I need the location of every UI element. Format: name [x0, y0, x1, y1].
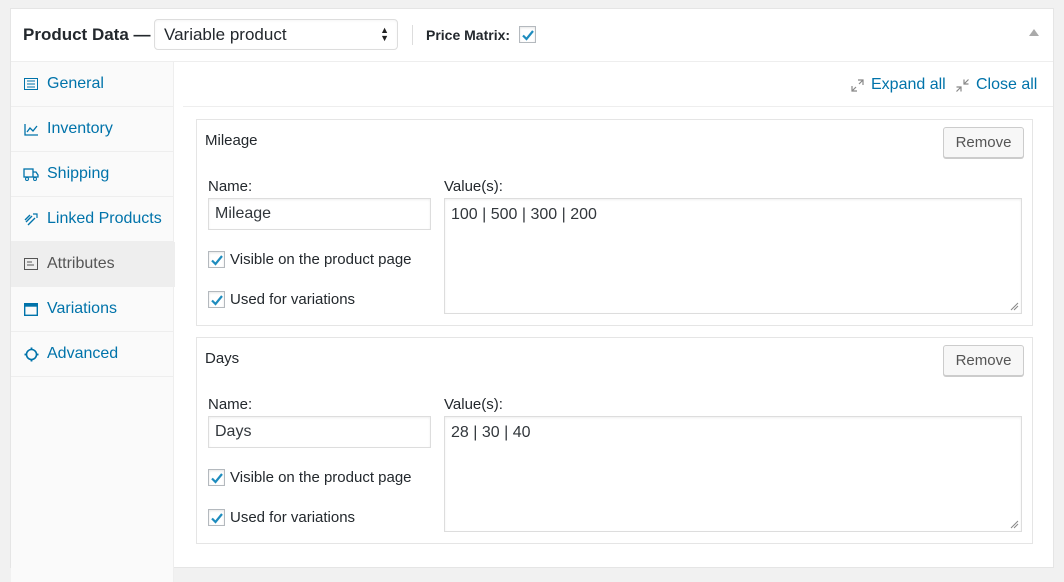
values-label: Value(s): — [444, 178, 503, 195]
product-data-panel: Product Data — Variable product ▲ ▼ Price… — [10, 8, 1054, 582]
tab-shipping[interactable]: Shipping — [11, 152, 173, 197]
tab-label: Attributes — [47, 255, 115, 272]
tab-general[interactable]: General — [11, 62, 173, 107]
checkmark-icon — [211, 513, 223, 524]
visible-checkbox[interactable] — [208, 469, 225, 486]
resize-handle-icon[interactable] — [1010, 520, 1019, 529]
product-data-tabs: General Inventory Shipping Linked Produc… — [11, 62, 175, 582]
visible-on-page-option[interactable]: Visible on the product page — [208, 469, 412, 486]
product-type-select[interactable]: Variable product ▲ ▼ — [154, 19, 398, 50]
used-for-variations-option[interactable]: Used for variations — [208, 291, 355, 308]
tab-label: Variations — [47, 300, 117, 317]
attribute-block-mileage: Mileage Remove Name: Value(s): Mileage 1… — [196, 119, 1033, 326]
variations-checkbox[interactable] — [208, 509, 225, 526]
tab-attributes[interactable]: Attributes — [11, 242, 175, 287]
attribute-values-textarea[interactable]: 28 | 30 | 40 — [444, 416, 1022, 532]
gear-icon — [23, 346, 39, 362]
product-type-value: Variable product — [164, 25, 287, 44]
visible-on-page-option[interactable]: Visible on the product page — [208, 251, 412, 268]
price-matrix-checkbox[interactable] — [519, 26, 536, 43]
truck-icon — [23, 166, 39, 182]
collapse-panel-icon[interactable] — [1029, 29, 1039, 36]
resize-handle-icon[interactable] — [1010, 302, 1019, 311]
expand-all-link[interactable]: Expand all — [851, 76, 946, 94]
window-icon — [23, 301, 39, 317]
inventory-icon — [23, 121, 39, 137]
values-label: Value(s): — [444, 396, 503, 413]
header-divider — [412, 25, 413, 45]
tab-label: General — [47, 75, 104, 92]
visible-label: Visible on the product page — [230, 469, 412, 486]
attributes-toolbar: Expand all Close all — [183, 62, 1053, 107]
tab-advanced[interactable]: Advanced — [11, 332, 173, 377]
checkmark-icon — [211, 295, 223, 306]
variations-label: Used for variations — [230, 291, 356, 308]
name-label: Name: — [208, 178, 253, 195]
close-all-link[interactable]: Close all — [956, 76, 1037, 94]
collapse-icon — [956, 78, 969, 92]
close-all-label: Close all — [976, 76, 1038, 93]
link-icon — [23, 211, 39, 227]
variations-checkbox[interactable] — [208, 291, 225, 308]
name-label: Name: — [208, 396, 253, 413]
used-for-variations-option[interactable]: Used for variations — [208, 509, 355, 526]
price-matrix-label: Price Matrix: — [426, 27, 511, 43]
tab-label: Shipping — [47, 165, 110, 182]
visible-checkbox[interactable] — [208, 251, 225, 268]
tab-label: Inventory — [47, 120, 113, 137]
remove-button[interactable]: Remove — [943, 127, 1024, 158]
attribute-title: Mileage — [205, 132, 258, 149]
tab-label: Linked Products — [47, 210, 162, 227]
checkmark-icon — [211, 255, 223, 266]
attribute-title: Days — [205, 350, 240, 367]
attribute-values-text: 100 | 500 | 300 | 200 — [451, 206, 597, 223]
tab-variations[interactable]: Variations — [11, 287, 173, 332]
checkmark-icon — [522, 30, 534, 41]
panel-title: Product Data — — [23, 25, 151, 44]
attribute-values-textarea[interactable]: 100 | 500 | 300 | 200 — [444, 198, 1022, 314]
attribute-name-input[interactable]: Days — [208, 416, 431, 448]
attribute-values-text: 28 | 30 | 40 — [451, 424, 531, 441]
remove-button[interactable]: Remove — [943, 345, 1024, 376]
attributes-panel: Expand all Close all Mileage Remove Name… — [183, 62, 1053, 567]
select-arrows-icon: ▲ ▼ — [380, 25, 389, 43]
checkmark-icon — [211, 473, 223, 484]
panel-header: Product Data — Variable product ▲ ▼ Price… — [11, 9, 1053, 62]
attribute-block-days: Days Remove Name: Value(s): Days 28 | 30… — [196, 337, 1033, 544]
general-icon — [23, 76, 39, 92]
visible-label: Visible on the product page — [230, 251, 412, 268]
expand-all-label: Expand all — [871, 76, 946, 93]
tab-linked-products[interactable]: Linked Products — [11, 197, 173, 242]
tab-label: Advanced — [47, 345, 119, 362]
attributes-icon — [23, 256, 39, 272]
variations-label: Used for variations — [230, 509, 356, 526]
expand-icon — [851, 78, 864, 92]
tab-inventory[interactable]: Inventory — [11, 107, 173, 152]
attribute-name-input[interactable]: Mileage — [208, 198, 431, 230]
